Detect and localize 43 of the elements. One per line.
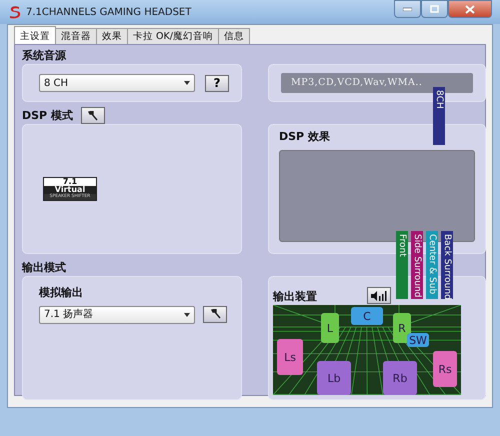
speaker: Rs: [433, 351, 457, 387]
help-button[interactable]: ?: [205, 74, 229, 92]
tab[interactable]: 主设置: [14, 26, 56, 44]
section-heading: 系统音源: [22, 48, 67, 64]
settings-button[interactable]: [203, 306, 227, 322]
speaker: L: [321, 313, 339, 343]
tab[interactable]: 卡拉 OK/魔幻音响: [127, 28, 219, 44]
section-heading: 输出模式: [22, 260, 67, 276]
dropdown-arrow-icon: [184, 81, 190, 85]
section-heading: DSP 模式: [22, 108, 73, 124]
speaker: R: [393, 313, 411, 343]
app-logo-icon: [8, 5, 22, 19]
close-button[interactable]: [448, 0, 492, 18]
channel-strip: Front: [396, 231, 408, 299]
source-dropdown[interactable]: 8 CH: [39, 74, 195, 92]
output-label: 模拟输出: [39, 285, 84, 301]
close-icon: [465, 4, 475, 14]
channel-strip: Side Surround: [411, 231, 423, 299]
speaker: Ls: [277, 339, 303, 375]
tab[interactable]: 混音器: [55, 28, 97, 44]
speaker: C: [351, 307, 383, 325]
window-title: 7.1CHANNELS GAMING HEADSET: [26, 6, 192, 20]
speaker: Lb: [317, 361, 351, 395]
minimize-icon: [403, 7, 412, 11]
tab[interactable]: 效果: [96, 28, 128, 44]
section-heading: 输出装置: [273, 288, 317, 304]
dropdown-arrow-icon: [184, 312, 190, 316]
maximize-icon: [430, 5, 439, 13]
settings-button[interactable]: [80, 107, 105, 124]
tab[interactable]: 信息: [218, 28, 250, 44]
minimize-button[interactable]: [394, 0, 421, 18]
speaker: SW: [407, 333, 429, 347]
speaker-volume-icon: [371, 290, 387, 300]
speaker-test-button[interactable]: [367, 287, 391, 304]
channel-strip: Center & Sub: [426, 231, 438, 299]
section-heading: DSP 效果: [279, 129, 331, 145]
hammer-icon: [87, 110, 98, 120]
channel-strip: Back Surround: [441, 231, 453, 299]
hammer-icon: [210, 309, 220, 319]
maximize-button[interactable]: [421, 0, 448, 18]
output-dropdown[interactable]: 7.1 扬声器: [39, 306, 195, 324]
channel-strip: 8CH: [433, 87, 445, 145]
speaker: Rb: [383, 361, 417, 395]
